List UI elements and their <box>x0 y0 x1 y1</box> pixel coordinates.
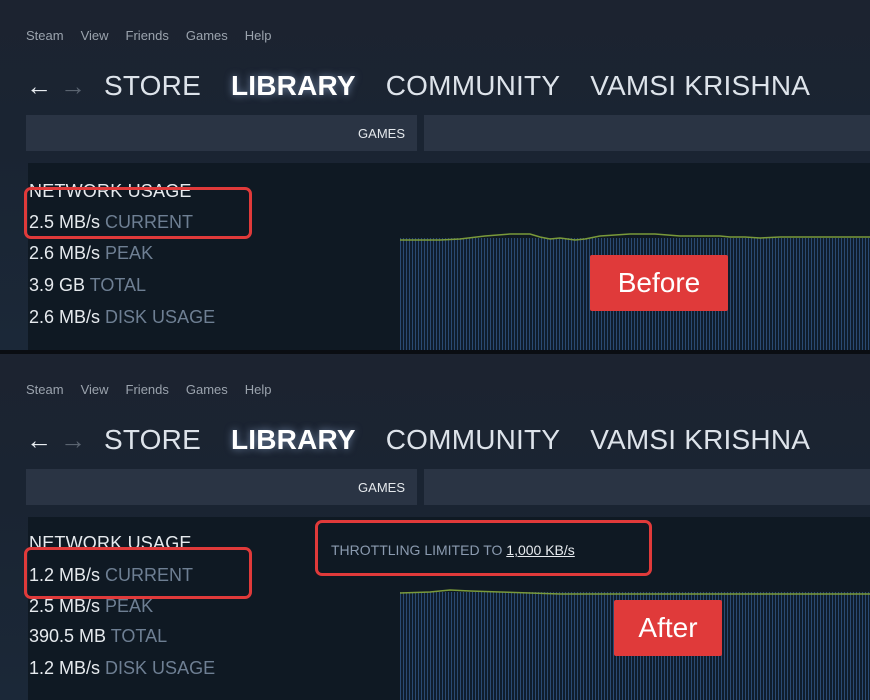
menu-item-view[interactable]: View <box>81 382 109 397</box>
games-tab[interactable]: GAMES <box>358 126 405 141</box>
menu-item-games[interactable]: Games <box>186 382 228 397</box>
nav-library[interactable]: LIBRARY <box>231 70 356 102</box>
disk-usage-value: 2.6 MB/s <box>29 307 101 327</box>
before-tag: Before <box>590 255 728 311</box>
right-arrow-icon[interactable]: → <box>60 71 104 101</box>
peak-speed: 2.5 MB/s PEAK <box>29 596 153 617</box>
disk-usage-value: 1.2 MB/s <box>29 658 101 678</box>
total-label: TOTAL <box>89 275 147 295</box>
menu-bar: Steam View Friends Games Help <box>26 28 272 43</box>
menu-item-steam[interactable]: Steam <box>26 382 64 397</box>
nav-profile[interactable]: VAMSI KRISHNA <box>590 424 810 456</box>
total-label: TOTAL <box>110 626 168 646</box>
nav-profile[interactable]: VAMSI KRISHNA <box>590 70 810 102</box>
peak-speed-value: 2.5 MB/s <box>29 596 101 616</box>
network-usage-line <box>400 589 870 595</box>
top-nav: ← → STORE LIBRARY COMMUNITY VAMSI KRISHN… <box>26 70 840 102</box>
throttle-limit-link[interactable]: 1,000 KB/s <box>506 542 575 558</box>
menu-item-games[interactable]: Games <box>186 28 228 43</box>
steam-window-before: Steam View Friends Games Help ← → STORE … <box>0 0 870 350</box>
top-nav: ← → STORE LIBRARY COMMUNITY VAMSI KRISHN… <box>26 424 840 456</box>
left-arrow-icon[interactable]: ← <box>26 71 60 101</box>
nav-store[interactable]: STORE <box>104 70 201 102</box>
current-highlight-box <box>24 547 252 599</box>
menu-item-help[interactable]: Help <box>245 28 272 43</box>
total-value: 3.9 GB <box>29 275 86 295</box>
disk-usage: 2.6 MB/s DISK USAGE <box>29 307 215 328</box>
games-subnav[interactable]: GAMES <box>26 469 417 505</box>
games-tab[interactable]: GAMES <box>358 480 405 495</box>
total-downloaded: 390.5 MB TOTAL <box>29 626 167 647</box>
disk-usage: 1.2 MB/s DISK USAGE <box>29 658 215 679</box>
subnav-right-area <box>424 469 870 505</box>
menu-item-steam[interactable]: Steam <box>26 28 64 43</box>
disk-usage-label: DISK USAGE <box>105 658 216 678</box>
peak-speed-label: PEAK <box>105 243 154 263</box>
menu-item-view[interactable]: View <box>81 28 109 43</box>
total-value: 390.5 MB <box>29 626 107 646</box>
nav-community[interactable]: COMMUNITY <box>386 70 560 102</box>
menu-item-help[interactable]: Help <box>245 382 272 397</box>
subnav-right-area <box>424 115 870 151</box>
network-usage-line <box>400 233 870 241</box>
throttle-text: THROTTLING LIMITED TO <box>331 542 503 558</box>
throttle-notice: THROTTLING LIMITED TO 1,000 KB/s <box>331 542 575 558</box>
peak-speed-label: PEAK <box>105 596 154 616</box>
games-subnav[interactable]: GAMES <box>26 115 417 151</box>
menu-item-friends[interactable]: Friends <box>126 382 169 397</box>
after-tag: After <box>614 600 722 656</box>
nav-store[interactable]: STORE <box>104 424 201 456</box>
menu-item-friends[interactable]: Friends <box>126 28 169 43</box>
total-downloaded: 3.9 GB TOTAL <box>29 275 146 296</box>
current-highlight-box <box>24 187 252 239</box>
nav-community[interactable]: COMMUNITY <box>386 424 560 456</box>
left-arrow-icon[interactable]: ← <box>26 425 60 455</box>
menu-bar: Steam View Friends Games Help <box>26 382 272 397</box>
right-arrow-icon[interactable]: → <box>60 425 104 455</box>
peak-speed-value: 2.6 MB/s <box>29 243 101 263</box>
steam-window-after: Steam View Friends Games Help ← → STORE … <box>0 354 870 700</box>
peak-speed: 2.6 MB/s PEAK <box>29 243 153 264</box>
nav-library[interactable]: LIBRARY <box>231 424 356 456</box>
disk-usage-label: DISK USAGE <box>105 307 216 327</box>
